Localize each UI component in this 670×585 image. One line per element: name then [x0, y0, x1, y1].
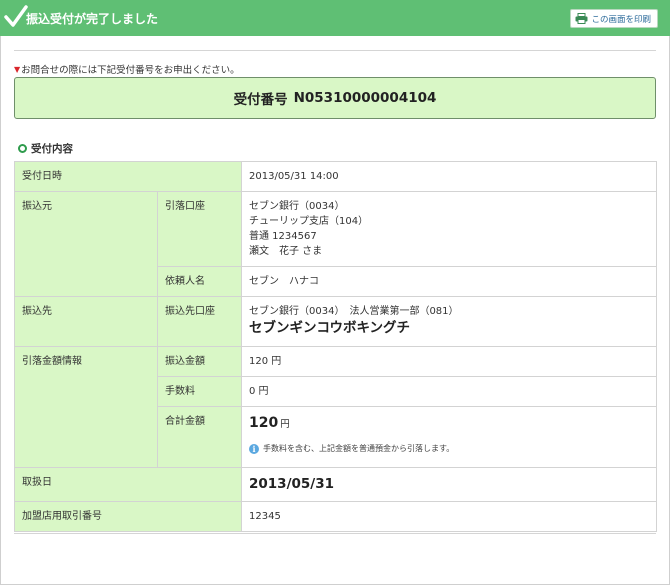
- transfer-amount-value: 120 円: [241, 346, 657, 377]
- amount-info-label: 引落金額情報: [14, 346, 158, 468]
- receipt-number-label: 受付番号: [233, 92, 288, 108]
- source-account-number: 普通 1234567: [249, 231, 317, 242]
- info-note-text: 手数料を含む、上記金額を普通預金から引落します。: [263, 444, 455, 453]
- destination-label: 振込先: [14, 296, 158, 347]
- notice-text: お問合せの際には下記受付番号をお申出ください。: [21, 65, 240, 76]
- transaction-date-value: 2013/05/31: [241, 467, 657, 502]
- table-row: 加盟店用取引番号 12345: [14, 501, 657, 532]
- table-row: 引落金額情報 振込金額 120 円: [14, 346, 657, 468]
- total-amount-label: 合計金額: [157, 406, 242, 468]
- section-heading: 受付内容: [18, 141, 73, 156]
- reception-datetime-label: 受付日時: [14, 161, 242, 192]
- fee-value: 0 円: [241, 376, 657, 407]
- fee-label: 手数料: [157, 376, 242, 407]
- total-amount-unit: 円: [280, 419, 290, 430]
- receipt-number: N05310000004104: [293, 90, 437, 106]
- info-icon: i: [249, 443, 259, 454]
- table-row: 振込元 引落口座 セブン銀行（0034） チューリップ支店（104） 普通 12…: [14, 191, 657, 297]
- destination-account-name: セブンギンコウボキングチ: [249, 320, 411, 336]
- table-row: 取扱日 2013/05/31: [14, 467, 657, 502]
- source-bank-line: セブン銀行（0034）: [249, 201, 345, 212]
- detail-table: 受付日時 2013/05/31 14:00 振込元 引落口座 セブン銀行（003…: [14, 161, 657, 532]
- total-amount-value: 120: [249, 415, 279, 431]
- requester-value: セブン ハナコ: [241, 266, 657, 297]
- transaction-date-label: 取扱日: [14, 467, 242, 502]
- source-account-label: 引落口座: [157, 191, 242, 267]
- source-branch-line: チューリップ支店（104）: [249, 216, 369, 227]
- divider-top: [14, 50, 656, 51]
- total-amount-cell: 120 円 i 手数料を含む、上記金額を普通預金から引落します。: [241, 406, 657, 468]
- table-row: 受付日時 2013/05/31 14:00: [14, 161, 657, 192]
- triangle-down-icon: ▼: [14, 64, 21, 74]
- print-button[interactable]: この画面を印刷: [570, 9, 658, 28]
- circle-icon: [18, 144, 27, 153]
- destination-account-value: セブン銀行（0034） 法人営業第一部（081） セブンギンコウボキングチ: [241, 296, 657, 347]
- source-account-value: セブン銀行（0034） チューリップ支店（104） 普通 1234567 瀬文 …: [241, 191, 657, 267]
- divider-bottom: [14, 533, 656, 534]
- receipt-number-box: 受付番号 N05310000004104: [14, 77, 656, 119]
- merchant-ref-value: 12345: [241, 501, 657, 532]
- page-title: 振込受付が完了しました: [26, 12, 159, 26]
- requester-label: 依頼人名: [157, 266, 242, 297]
- info-note: i 手数料を含む、上記金額を普通預金から引落します。: [249, 441, 649, 456]
- print-button-label: この画面を印刷: [591, 14, 651, 25]
- transaction-date-text: 2013/05/31: [249, 476, 335, 492]
- destination-bank-line: セブン銀行（0034） 法人営業第一部（081）: [249, 306, 459, 317]
- table-row: 振込先 振込先口座 セブン銀行（0034） 法人営業第一部（081） セブンギン…: [14, 296, 657, 347]
- reception-datetime-value: 2013/05/31 14:00: [241, 161, 657, 192]
- destination-account-label: 振込先口座: [157, 296, 242, 347]
- source-label: 振込元: [14, 191, 158, 297]
- notice: ▼ お問合せの際には下記受付番号をお申出ください。: [14, 62, 240, 77]
- merchant-ref-label: 加盟店用取引番号: [14, 501, 242, 532]
- header-bar: 振込受付が完了しました この画面を印刷: [0, 0, 670, 36]
- transfer-amount-label: 振込金額: [157, 346, 242, 377]
- source-holder-name: 瀬文 花子 さま: [249, 246, 323, 257]
- printer-icon: [575, 13, 588, 24]
- section-title: 受付内容: [31, 143, 73, 155]
